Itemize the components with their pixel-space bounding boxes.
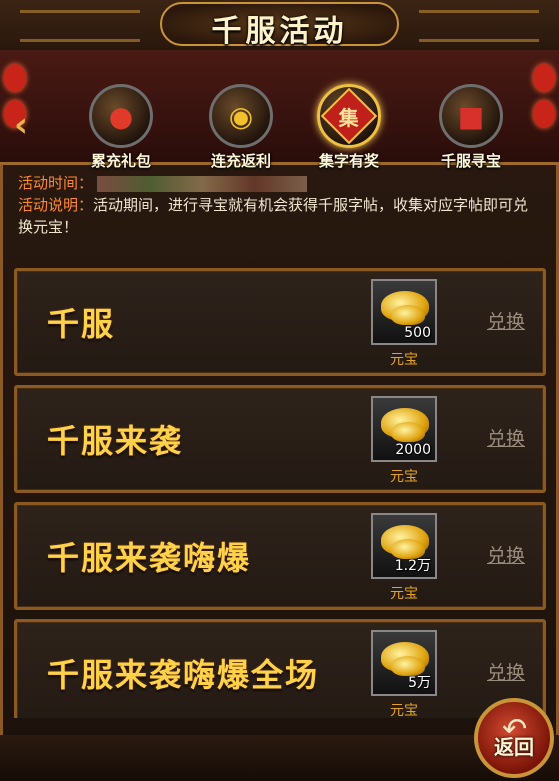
reward-row: 千服 500 元宝 兑换 <box>14 268 546 376</box>
reward-list: 千服 500 元宝 兑换 千服来袭 2000 元宝 兑换 千服来袭嗨爆 1.2万… <box>14 268 546 718</box>
reward-title: 千服来袭 <box>47 422 184 460</box>
item-quantity: 1.2万 <box>394 558 431 574</box>
exchange-button[interactable]: 兑换 <box>487 424 525 451</box>
item-name: 元宝 <box>390 703 418 718</box>
exchange-button[interactable]: 兑换 <box>487 541 525 568</box>
reward-row: 千服来袭嗨爆 1.2万 元宝 兑换 <box>14 502 546 610</box>
item-name: 元宝 <box>390 586 418 602</box>
return-button[interactable]: ↶ 返回 <box>474 698 554 778</box>
scroll-left-arrow-icon[interactable]: ‹ <box>14 105 28 145</box>
return-arrow-icon: ↶ <box>502 712 528 747</box>
event-time-label: 活动时间： <box>18 174 94 192</box>
gold-ingot-item[interactable]: 500 <box>371 279 437 345</box>
reward-title: 千服来袭嗨爆 <box>47 539 252 577</box>
gold-ingot-item[interactable]: 5万 <box>371 630 437 696</box>
gold-ingot-item[interactable]: 2000 <box>371 396 437 462</box>
event-desc-text: 活动期间，进行寻宝就有机会获得千服字帖，收集对应字帖即可兑换元宝！ <box>18 196 529 236</box>
gold-coins-icon: ◉ <box>209 84 273 148</box>
seal-icon: 集 <box>317 84 381 148</box>
item-quantity: 500 <box>404 325 431 341</box>
item-name: 元宝 <box>390 469 418 485</box>
reward-title: 千服 <box>47 305 116 343</box>
gold-ingot-item[interactable]: 1.2万 <box>371 513 437 579</box>
gift-bag-icon: ● <box>89 84 153 148</box>
reward-row: 千服来袭 2000 元宝 兑换 <box>14 385 546 493</box>
lantern-icon <box>4 64 26 92</box>
header: 千服活动 <box>0 0 559 52</box>
page-title: 千服活动 <box>211 14 348 49</box>
reward-title: 千服来袭嗨爆全场 <box>47 656 320 694</box>
redacted-time <box>97 175 308 192</box>
header-ornament-right <box>419 10 539 42</box>
item-quantity: 5万 <box>408 675 431 691</box>
reward-row: 千服来袭嗨爆全场 5万 元宝 兑换 <box>14 619 546 718</box>
lantern-icon <box>533 64 555 92</box>
item-quantity: 2000 <box>395 442 431 458</box>
event-desc-label: 活动说明： <box>18 196 94 214</box>
item-name: 元宝 <box>390 352 418 368</box>
treasure-chest-icon: ■ <box>439 84 503 148</box>
header-ornament-left <box>20 10 140 42</box>
exchange-button[interactable]: 兑换 <box>487 307 525 334</box>
exchange-button[interactable]: 兑换 <box>487 658 525 685</box>
lantern-icon <box>533 100 555 128</box>
event-info: 活动时间： 活动说明：活动期间，进行寻宝就有机会获得千服字帖，收集对应字帖即可兑… <box>18 172 543 238</box>
